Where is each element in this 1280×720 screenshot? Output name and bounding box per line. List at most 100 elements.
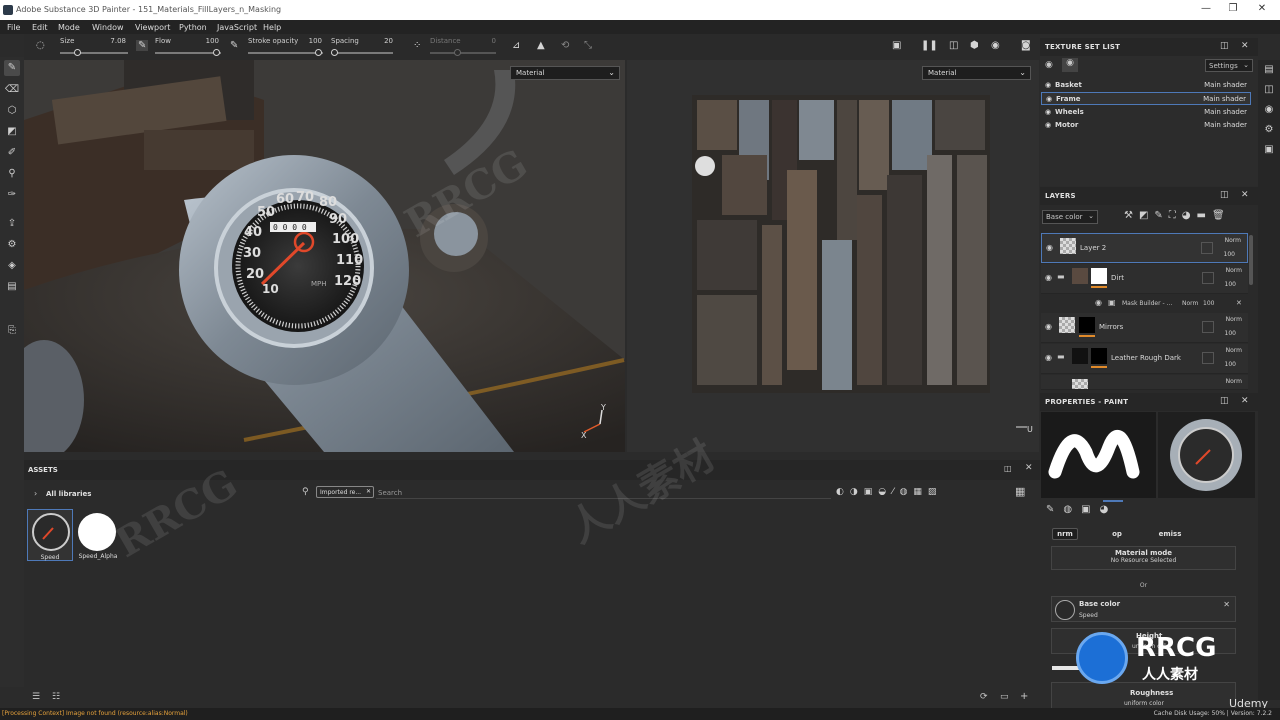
flow-value[interactable]: 100 bbox=[195, 37, 219, 45]
float-panel-icon[interactable]: ◫ bbox=[1220, 41, 1229, 51]
menu-help[interactable]: Help bbox=[263, 23, 281, 32]
spacing-slider-knob[interactable] bbox=[331, 49, 338, 56]
layer-row-dirt[interactable]: ◉ ▬ Dirt Norm 100 bbox=[1041, 264, 1248, 294]
filter-list-icon[interactable]: ☷ bbox=[52, 692, 60, 702]
layer-action-icons[interactable]: ⚒◩✎⛶◕▬🗑 bbox=[1124, 210, 1231, 221]
close-icon[interactable]: ✕ bbox=[1236, 299, 1242, 307]
filter-chip[interactable]: Imported re... ✕ bbox=[316, 486, 374, 498]
eye-icon[interactable]: ◉ bbox=[1046, 243, 1053, 252]
asset-item-speed[interactable]: Speed bbox=[27, 509, 73, 561]
close-icon[interactable]: ✕ bbox=[1223, 600, 1230, 609]
layers-panel-icon[interactable]: ▤ bbox=[1262, 64, 1276, 78]
eye-toggle-icon[interactable]: ◉ bbox=[1062, 58, 1078, 72]
menu-window[interactable]: Window bbox=[92, 23, 124, 32]
bake-mesh-icon[interactable]: ⇪ bbox=[4, 216, 20, 232]
settings-gear-icon[interactable]: ⚙ bbox=[4, 237, 20, 253]
viewport-2d[interactable]: U Material ⌄ bbox=[627, 60, 1039, 452]
layer-opacity[interactable]: 100 bbox=[1225, 361, 1236, 368]
eye-icon[interactable]: ◉ bbox=[1046, 95, 1052, 103]
shader-settings-icon[interactable]: ⚙ bbox=[1262, 124, 1276, 138]
screenshot-icon[interactable]: ◙ bbox=[1021, 40, 1031, 51]
display-settings-icon[interactable]: ◫ bbox=[1262, 84, 1276, 98]
tiling-icon[interactable]: ⟲ bbox=[561, 40, 569, 51]
viewport2d-mode-select[interactable]: Material ⌄ bbox=[922, 66, 1031, 80]
spacing-slider[interactable] bbox=[331, 52, 393, 54]
texture-set-shader[interactable]: Main shader bbox=[1204, 81, 1247, 89]
menu-file[interactable]: File bbox=[7, 23, 20, 32]
close-window-button[interactable]: ✕ bbox=[1252, 3, 1272, 14]
flow-slider-knob[interactable] bbox=[213, 49, 220, 56]
distance-slider[interactable] bbox=[430, 52, 496, 54]
distance-value[interactable]: 0 bbox=[472, 37, 496, 45]
layer-mask-slot[interactable] bbox=[1202, 321, 1214, 333]
eye-icon[interactable]: ◉ bbox=[1045, 108, 1051, 116]
texture-set-motor[interactable]: ◉ Motor Main shader bbox=[1041, 119, 1251, 132]
layer-row-partial[interactable]: Norm bbox=[1041, 375, 1248, 390]
close-panel-icon[interactable]: ✕ bbox=[1241, 190, 1249, 200]
polygon-fill-icon[interactable]: ◩ bbox=[4, 124, 20, 140]
blend-mode[interactable]: Norm bbox=[1226, 267, 1242, 274]
float-panel-icon[interactable]: ◫ bbox=[1220, 396, 1229, 406]
eye-icon[interactable]: ◉ bbox=[1045, 60, 1053, 70]
maximize-button[interactable]: ❐ bbox=[1223, 3, 1243, 14]
layer-mask-slot[interactable] bbox=[1202, 352, 1214, 364]
menu-mode[interactable]: Mode bbox=[58, 23, 80, 32]
grid-view-icon[interactable]: ▦ bbox=[1015, 485, 1025, 498]
close-icon[interactable]: ✕ bbox=[366, 488, 371, 495]
blend-mode[interactable]: Norm bbox=[1226, 378, 1242, 385]
close-panel-icon[interactable]: ✕ bbox=[1241, 41, 1249, 51]
smudge-icon[interactable]: ✐ bbox=[4, 145, 20, 161]
close-panel-icon[interactable]: ✕ bbox=[1025, 463, 1033, 473]
texture-set-frame[interactable]: ◉ Frame Main shader bbox=[1041, 92, 1251, 105]
add-icon[interactable]: + bbox=[1020, 691, 1028, 702]
layer-opacity[interactable]: 100 bbox=[1225, 330, 1236, 337]
stroke-opacity-value[interactable]: 100 bbox=[298, 37, 322, 45]
pause-icon[interactable]: ❚❚ bbox=[921, 40, 938, 51]
list-view-icon[interactable]: ☰ bbox=[32, 692, 40, 702]
eye-icon[interactable]: ◉ bbox=[1095, 298, 1102, 307]
menu-edit[interactable]: Edit bbox=[32, 23, 48, 32]
texture-set-shader[interactable]: Main shader bbox=[1203, 95, 1246, 103]
texture-set-wheels[interactable]: ◉ Wheels Main shader bbox=[1041, 106, 1251, 119]
material-mode-box[interactable]: Material mode No Resource Selected bbox=[1051, 546, 1236, 570]
close-panel-icon[interactable]: ✕ bbox=[1241, 396, 1249, 406]
transform-icon[interactable]: ⤡ bbox=[584, 40, 592, 51]
size-value[interactable]: 7.08 bbox=[102, 37, 126, 45]
eraser-icon[interactable]: ⌫ bbox=[4, 82, 20, 98]
new-folder-icon[interactable]: ▭ bbox=[1000, 692, 1009, 702]
export-icon[interactable]: ⎘ bbox=[4, 323, 20, 339]
menu-python[interactable]: Python bbox=[179, 23, 207, 32]
stroke-pen-icon[interactable]: ✎ bbox=[230, 40, 238, 51]
effect-opacity[interactable]: 100 bbox=[1203, 300, 1214, 307]
base-color-slot[interactable]: Base color Speed ✕ bbox=[1051, 596, 1236, 622]
viewport3d-mode-select[interactable]: Material ⌄ bbox=[510, 66, 620, 80]
viewer-settings-icon[interactable]: ◉ bbox=[1262, 104, 1276, 118]
menu-viewport[interactable]: Viewport bbox=[135, 23, 170, 32]
bake-icon[interactable]: ◉ bbox=[991, 40, 1000, 51]
cube-icon[interactable]: ◈ bbox=[4, 258, 20, 274]
blend-mode[interactable]: Norm bbox=[1225, 237, 1241, 244]
layer-mask-slot[interactable] bbox=[1201, 242, 1213, 254]
float-panel-icon[interactable]: ◫ bbox=[1004, 464, 1012, 473]
viewport-3d[interactable]: 20 10 30 40 50 60 70 80 90 100 110 120 0… bbox=[24, 60, 625, 452]
layers-scrollbar[interactable] bbox=[1249, 235, 1253, 285]
ruler-icon[interactable]: ▤ bbox=[4, 279, 20, 295]
size-slider[interactable] bbox=[60, 52, 128, 54]
layer-row-leather[interactable]: ◉ ▬ Leather Rough Dark Norm 100 bbox=[1041, 344, 1248, 374]
history-icon[interactable]: ▣ bbox=[1262, 144, 1276, 158]
asset-filter-icons[interactable]: ◐◑▣◒⁄◍▦▨ bbox=[836, 487, 942, 497]
symmetry-icon[interactable]: ⊿ bbox=[512, 40, 520, 51]
layer-row-layer2[interactable]: ◉ Layer 2 Norm 100 bbox=[1041, 233, 1248, 263]
menu-javascript[interactable]: JavaScript bbox=[217, 23, 257, 32]
eye-icon[interactable]: ◉ bbox=[1045, 273, 1052, 282]
layer-channel-select[interactable]: Base color ⌄ bbox=[1042, 210, 1098, 224]
color-picker-icon[interactable]: ✑ bbox=[4, 187, 20, 203]
spacing-value[interactable]: 20 bbox=[369, 37, 393, 45]
blend-mode[interactable]: Norm bbox=[1226, 316, 1242, 323]
all-libraries-item[interactable]: All libraries bbox=[46, 490, 91, 498]
render-icon[interactable]: ⬢ bbox=[970, 40, 979, 51]
blend-mode[interactable]: Norm bbox=[1226, 347, 1242, 354]
layer-opacity[interactable]: 100 bbox=[1225, 281, 1236, 288]
float-panel-icon[interactable]: ◫ bbox=[1220, 190, 1229, 200]
layer-mask-slot[interactable] bbox=[1202, 272, 1214, 284]
